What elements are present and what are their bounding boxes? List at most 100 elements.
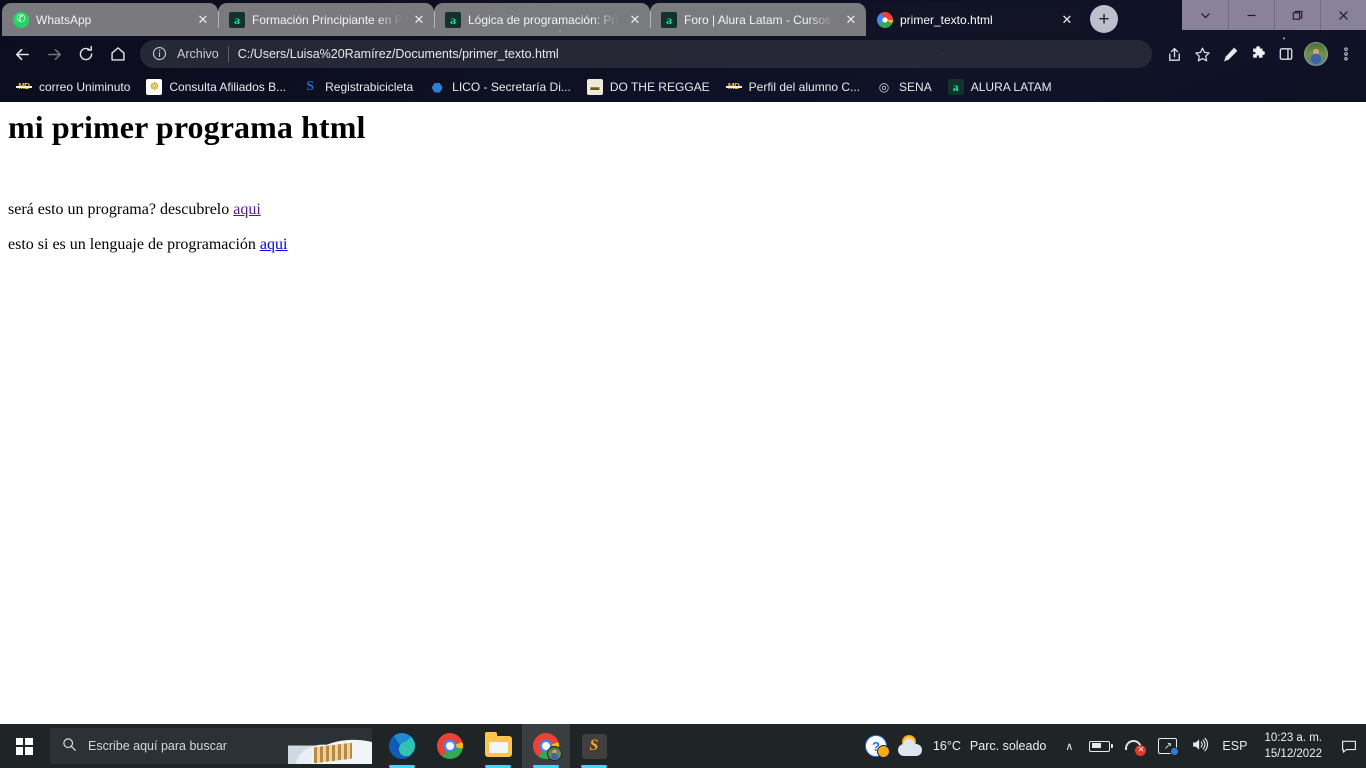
bookmark-label: SENA [899,80,932,94]
tab-close-button[interactable]: ✕ [626,11,644,29]
bookmark-sena[interactable]: ◎ SENA [868,76,940,98]
windows-taskbar: Escribe aquí para buscar S ? 16°C Parc. [0,724,1366,768]
browser-tab-formacion-principiante[interactable]: a Formación Principiante en Pr ✕ [218,3,434,36]
share-icon[interactable] [1160,40,1188,68]
browser-tab-primer-texto-html[interactable]: primer_texto.html ✕ [866,3,1082,36]
maximize-restore-icon[interactable] [1274,0,1320,30]
bookmarks-bar: MD correo Uniminuto ☸ Consulta Afiliados… [0,72,1366,102]
taskbar-app-microsoft-edge[interactable] [378,724,426,768]
system-tray: ? 16°C Parc. soleado ∧ ✕ ↗ ESP 10:23 a. … [858,724,1366,768]
tab-title: primer_texto.html [900,12,993,27]
window-controls [1182,0,1366,30]
new-tab-button[interactable]: + [1090,5,1118,33]
tab-close-button[interactable]: ✕ [842,11,860,29]
bookmark-consulta-afiliados[interactable]: ☸ Consulta Afiliados B... [138,76,294,98]
puzzle-piece-icon[interactable] [1244,40,1272,68]
whatsapp-icon: ✆ [13,11,29,28]
taskbar-app-google-chrome[interactable] [426,724,474,768]
alura-icon: a [661,11,677,28]
bookmark-alura-latam[interactable]: a ALURA LATAM [940,76,1060,98]
bookmark-label: correo Uniminuto [39,80,131,94]
back-arrow-icon[interactable] [6,39,38,69]
uniminuto-icon: MD [16,79,32,95]
profile-avatar[interactable] [1304,42,1328,66]
headset-muted-icon: ✕ [1124,739,1147,756]
tab-title: Formación Principiante en Pr [252,12,403,27]
network-icon: ↗ [1158,738,1180,756]
headset-tray-icon[interactable]: ✕ [1117,724,1151,768]
alura-icon: a [445,11,461,28]
weather-temperature: 16°C [932,739,961,753]
chrome-icon [437,733,463,759]
pencil-highlighter-icon[interactable] [1216,40,1244,68]
alura-icon: a [229,11,245,28]
forward-arrow-icon[interactable] [38,39,70,69]
side-panel-icon[interactable] [1272,40,1300,68]
volume-tray-icon[interactable] [1184,724,1215,768]
alura-icon: a [947,79,964,95]
three-dot-menu-icon[interactable] [1332,40,1360,68]
star-icon[interactable] [1188,40,1216,68]
tab-search-chevron-down-icon[interactable] [1182,0,1228,30]
tab-close-button[interactable]: ✕ [410,11,428,29]
letter-s-icon: S [306,79,314,94]
folder-icon [484,731,512,757]
start-button[interactable] [0,724,48,768]
uniminuto-icon: MD [725,79,742,95]
search-highlight-illustration [288,728,372,764]
battery-icon [1089,740,1114,752]
bookmark-label: ALURA LATAM [970,80,1052,94]
browser-tab-whatsapp[interactable]: ✆ WhatsApp ✕ [2,3,218,36]
home-icon[interactable] [102,39,134,69]
tray-overflow-chevron-up-icon[interactable]: ∧ [1056,740,1082,753]
url-text[interactable]: C:/Users/Luisa%20Ramírez/Documents/prime… [238,47,559,61]
taskbar-app-list: S [378,724,618,768]
tab-title: Lógica de programación: Pri [468,12,619,27]
taskbar-clock[interactable]: 10:23 a. m. 15/12/2022 [1254,724,1332,768]
bookmark-label: Registrabicicleta [325,80,414,94]
bookmark-correo-uniminuto[interactable]: MD correo Uniminuto [8,76,138,98]
browser-toolbar: Archivo C:/Users/Luisa%20Ramírez/Documen… [0,36,1366,72]
taskbar-app-google-chrome-profile[interactable] [522,724,570,768]
info-circle-icon[interactable] [152,46,168,62]
clock-date: 15/12/2022 [1264,748,1322,760]
battery-tray-icon[interactable] [1082,724,1117,768]
bookmark-label: DO THE REGGAE [609,80,710,94]
search-magnifier-icon [62,737,77,756]
tab-close-button[interactable]: ✕ [194,11,212,29]
network-tray-icon[interactable]: ↗ [1151,724,1184,768]
bookmark-do-the-reggae[interactable]: ▬ DO THE REGGAE [579,76,718,98]
chrome-browser-window: ✆ WhatsApp ✕ a Formación Principiante en… [0,0,1366,724]
taskbar-app-sublime-text[interactable]: S [570,724,618,768]
reload-icon[interactable] [70,39,102,69]
tab-strip: ✆ WhatsApp ✕ a Formación Principiante en… [0,0,1366,36]
taskbar-search-box[interactable]: Escribe aquí para buscar [50,728,372,764]
bookmark-label: Consulta Afiliados B... [169,80,287,94]
language-indicator[interactable]: ESP [1215,724,1254,768]
tab-title: Foro | Alura Latam - Cursos [684,12,832,27]
address-bar[interactable]: Archivo C:/Users/Luisa%20Ramírez/Documen… [140,40,1152,68]
weather-widget[interactable]: 16°C Parc. soleado [894,724,1056,768]
browser-tab-foro-alura[interactable]: a Foro | Alura Latam - Cursos ✕ [650,3,866,36]
minimize-icon[interactable] [1228,0,1274,30]
lico-icon: ⬣ [431,79,443,95]
search-placeholder: Escribe aquí para buscar [88,739,227,753]
browser-tab-logica-programacion[interactable]: a Lógica de programación: Pri ✕ [434,3,650,36]
taskbar-app-file-explorer[interactable] [474,724,522,768]
tab-title: WhatsApp [36,12,92,27]
bookmark-label: Perfil del alumno C... [748,80,861,94]
bookmark-perfil-del-alumno[interactable]: MD Perfil del alumno C... [718,76,868,98]
edge-icon [389,733,415,759]
reggae-icon: ▬ [586,79,603,95]
help-tray-button[interactable]: ? [858,724,894,768]
bookmark-registrabicicleta[interactable]: S Registrabicicleta [294,76,421,98]
notification-center-button[interactable] [1332,724,1366,768]
bookmark-label: LICO - Secretaría Di... [452,80,571,94]
clock-time: 10:23 a. m. [1264,731,1322,744]
volume-icon [1191,737,1209,756]
windows-logo-icon [15,737,33,755]
close-icon[interactable] [1320,0,1366,30]
bookmark-lico-secretaria[interactable]: ⬣ LICO - Secretaría Di... [421,76,579,98]
tab-close-button[interactable]: ✕ [1058,11,1076,29]
shield-crest-icon: ☸ [146,79,163,95]
